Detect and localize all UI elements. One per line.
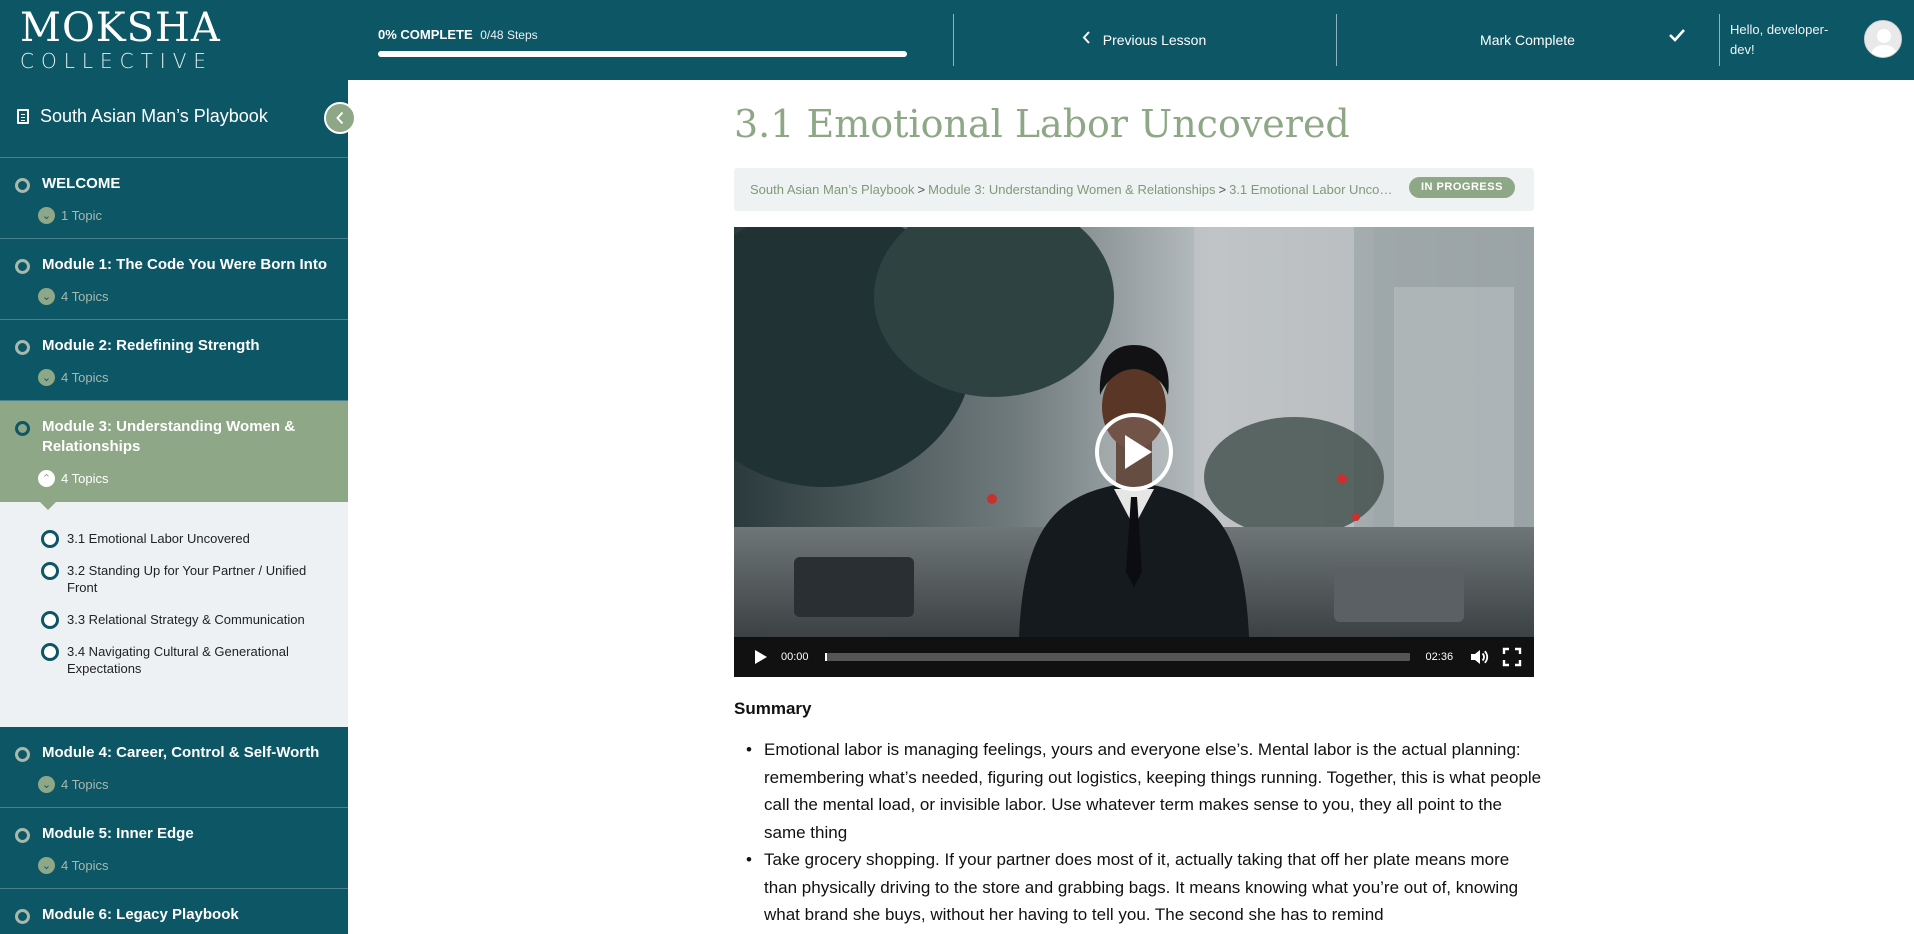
chevron-down-icon: ⌄ [38,288,55,305]
status-ring-icon [41,611,59,629]
fullscreen-icon[interactable] [1502,647,1522,667]
module-topics-count: 4 Topics [61,289,109,304]
sidebar-module-5[interactable]: Module 5: Inner Edge ⌄ 4 Topics [0,808,348,889]
topic-item-3-4[interactable]: 3.4 Navigating Cultural & Generational E… [0,643,348,677]
video-controls: 00:00 02:36 [734,637,1534,677]
summary-item: Emotional labor is managing feelings, yo… [734,736,1544,846]
topic-label: 3.4 Navigating Cultural & Generational E… [67,644,289,676]
progress-percent: 0% COMPLETE [378,27,473,42]
topic-item-3-2[interactable]: 3.2 Standing Up for Your Partner / Unifi… [0,562,348,596]
module-title: Module 3: Understanding Women & Relation… [42,418,296,455]
status-ring-icon [41,643,59,661]
breadcrumb-link-module[interactable]: Module 3: Understanding Women & Relation… [928,182,1215,197]
chevron-up-icon: ⌃ [38,470,55,487]
chevron-down-icon: ⌄ [38,776,55,793]
video-seek-bar[interactable] [824,653,1410,661]
breadcrumb-current: 3.1 Emotional Labor Uncovered [1229,182,1398,197]
course-title[interactable]: South Asian Man’s Playbook [40,106,268,127]
logo-main-text: MOKSHA [20,5,221,51]
topic-label: 3.1 Emotional Labor Uncovered [67,531,250,546]
breadcrumb-separator: > [917,182,926,197]
module-topics-count: 4 Topics [61,471,109,486]
status-ring-icon [15,178,30,193]
module-topics-toggle[interactable]: ⌄ 4 Topics [38,369,108,386]
sidebar-module-4[interactable]: Module 4: Career, Control & Self-Worth ⌄… [0,727,348,808]
status-ring-icon [15,340,30,355]
module-title: Module 4: Career, Control & Self-Worth [42,744,320,761]
summary-list: Emotional labor is managing feelings, yo… [734,736,1544,929]
module-title: Module 1: The Code You Were Born Into [42,256,328,273]
module-title: Module 2: Redefining Strength [42,337,260,354]
module-topics-count: 1 Topic [61,208,102,223]
module-topics-count: 4 Topics [61,777,109,792]
video-seek-fill [824,653,827,661]
sidebar-module-welcome[interactable]: WELCOME ⌄ 1 Topic [0,158,348,239]
divider [1719,14,1720,66]
chevron-down-icon: ⌄ [38,207,55,224]
logo[interactable]: MOKSHA COLLECTIVE [20,6,220,74]
chevron-down-icon: ⌄ [38,369,55,386]
progress-bar [378,51,907,57]
status-ring-icon [15,259,30,274]
logo-sub-text: COLLECTIVE [20,49,214,73]
summary-heading: Summary [734,699,812,718]
mark-complete-label: Mark Complete [1480,32,1575,48]
topic-label: 3.3 Relational Strategy & Communication [67,612,305,627]
topic-label: 3.2 Standing Up for Your Partner / Unifi… [67,563,307,595]
breadcrumb-bar: South Asian Man’s Playbook > Module 3: Und… [734,168,1534,211]
sidebar-header: South Asian Man’s Playbook [0,80,348,158]
chevron-down-icon: ⌄ [38,857,55,874]
play-icon[interactable] [751,647,771,667]
volume-icon[interactable] [1469,647,1489,667]
chevron-left-icon [336,111,344,125]
progress-steps: 0/48 Steps [480,28,538,42]
status-ring-icon [15,747,30,762]
sidebar-module-1[interactable]: Module 1: The Code You Were Born Into ⌄ … [0,239,348,320]
status-ring-icon [15,421,30,436]
module-topics-count: 4 Topics [61,370,109,385]
mark-complete-button[interactable]: Mark Complete [1336,0,1719,80]
module-topics-toggle[interactable]: ⌃ 4 Topics [38,470,108,487]
module-title: Module 5: Inner Edge [42,825,194,842]
status-ring-icon [41,530,59,548]
previous-lesson-label: Previous Lesson [1102,32,1207,48]
sidebar-module-2[interactable]: Module 2: Redefining Strength ⌄ 4 Topics [0,320,348,401]
breadcrumb: South Asian Man’s Playbook > Module 3: Und… [750,182,1398,197]
breadcrumb-separator: > [1218,182,1227,197]
module-title: Module 6: Legacy Playbook [42,906,239,923]
module-title: WELCOME [42,175,121,192]
status-ring-icon [15,828,30,843]
topic-list: 3.1 Emotional Labor Uncovered 3.2 Standi… [0,502,348,727]
check-icon [1668,26,1686,49]
top-bar: MOKSHA COLLECTIVE 0% COMPLETE 0/48 Steps… [0,0,1914,80]
module-topics-toggle[interactable]: ⌄ 1 Topic [38,207,102,224]
play-icon[interactable] [1094,412,1174,492]
active-pointer [40,502,56,510]
topic-item-3-3[interactable]: 3.3 Relational Strategy & Communication [0,611,348,629]
module-topics-toggle[interactable]: ⌄ 4 Topics [38,776,108,793]
module-topics-count: 4 Topics [61,858,109,873]
status-ring-icon [41,562,59,580]
book-icon [17,109,29,124]
video-duration: 02:36 [1425,651,1454,663]
breadcrumb-link-course[interactable]: South Asian Man’s Playbook [750,182,915,197]
course-progress: 0% COMPLETE 0/48 Steps [378,27,908,57]
chevron-left-icon [1082,31,1091,49]
lesson-content: 3.1 Emotional Labor Uncovered South Asia… [348,80,1914,934]
previous-lesson-button[interactable]: Previous Lesson [953,0,1335,80]
topic-item-3-1[interactable]: 3.1 Emotional Labor Uncovered [0,530,348,548]
page-title: 3.1 Emotional Labor Uncovered [734,102,1350,146]
status-ring-icon [15,909,30,924]
user-greeting: Hello, developer-dev! [1730,22,1829,57]
sidebar-module-6[interactable]: Module 6: Legacy Playbook [0,889,348,934]
course-sidebar: South Asian Man’s Playbook WELCOME ⌄ 1 T… [0,80,348,934]
video-current-time: 00:00 [781,651,809,663]
status-badge: IN PROGRESS [1409,177,1515,198]
video-player[interactable]: 00:00 02:36 [734,227,1534,677]
summary-item: Take grocery shopping. If your partner d… [734,846,1544,929]
module-topics-toggle[interactable]: ⌄ 4 Topics [38,857,108,874]
user-avatar-icon[interactable] [1864,20,1902,58]
module-topics-toggle[interactable]: ⌄ 4 Topics [38,288,108,305]
sidebar-module-3[interactable]: Module 3: Understanding Women & Relation… [0,401,348,510]
